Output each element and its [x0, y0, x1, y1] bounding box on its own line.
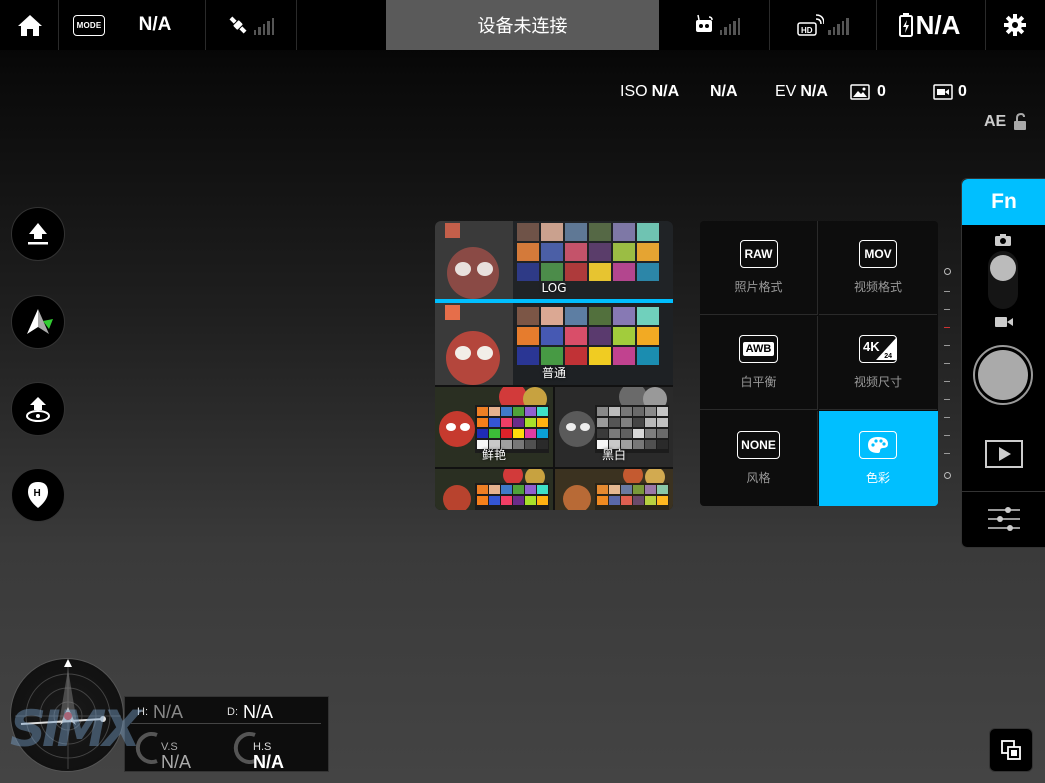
mode-icon: MODE	[72, 14, 106, 36]
map-switch-button[interactable]	[989, 728, 1033, 772]
play-icon	[985, 440, 1023, 468]
color-style-more-2[interactable]	[555, 469, 673, 510]
color-style-label: LOG	[541, 281, 567, 295]
none-icon: NONE	[737, 430, 780, 459]
intelligent-flight-button[interactable]	[11, 295, 65, 349]
photo-video-toggle[interactable]	[988, 251, 1018, 309]
white-balance-cell[interactable]: AWB 白平衡	[700, 316, 818, 410]
battery-icon	[898, 13, 913, 37]
ev-readout: EV N/A	[775, 83, 828, 100]
return-home-button[interactable]	[11, 382, 65, 436]
watermark-logo: SIMX	[10, 700, 141, 758]
remote-controller-icon	[695, 14, 713, 32]
satellite-icon	[229, 16, 247, 34]
telemetry-panel: H: N/A D: N/A V.S N/A H.S N/A	[124, 696, 329, 772]
camera-settings-button[interactable]	[986, 505, 1022, 533]
toggle-knob	[990, 255, 1016, 281]
vertical-speed-gauge	[135, 732, 158, 764]
photo-format-cell[interactable]: RAW 照片格式	[700, 221, 818, 315]
unlock-icon	[1014, 113, 1027, 130]
hd-video-icon: HD	[797, 14, 825, 36]
shutter-inner	[978, 350, 1028, 400]
home-button[interactable]	[10, 0, 50, 50]
svg-text:HD: HD	[801, 26, 813, 35]
color-style-more-1[interactable]	[435, 469, 553, 510]
color-style-vivid[interactable]: 鲜艳	[435, 387, 553, 467]
color-style-log[interactable]: LOG	[435, 221, 673, 299]
paper-plane-icon	[27, 309, 53, 334]
takeoff-button[interactable]	[11, 207, 65, 261]
takeoff-icon	[28, 223, 48, 245]
more-thumbnail	[435, 469, 553, 510]
color-style-normal[interactable]: 普通	[435, 303, 673, 385]
shutter-readout: N/A	[710, 83, 738, 100]
capture-panel: Fn	[961, 178, 1045, 548]
height-label: H:	[137, 706, 148, 718]
remote-controller-status[interactable]	[676, 0, 756, 50]
horizontal-speed-value: N/A	[253, 752, 284, 772]
4k-icon: 4K 24	[859, 335, 897, 363]
svg-text:H: H	[34, 488, 41, 499]
gear-icon	[1004, 14, 1026, 36]
window-switch-icon	[1001, 740, 1021, 760]
fn-button[interactable]: Fn	[962, 179, 1045, 225]
photo-count: 0	[850, 82, 886, 102]
more-thumbnail	[555, 469, 673, 510]
settings-button[interactable]	[995, 0, 1035, 50]
ae-lock[interactable]: AE	[984, 112, 1028, 132]
video-camera-icon	[995, 317, 1013, 327]
color-style-grid: LOG 普通 鲜艳 黑白	[435, 221, 673, 510]
color-cell[interactable]: 色彩	[819, 411, 938, 506]
camera-settings-panel: RAW 照片格式 MOV 视频格式 AWB 白平衡 4K 24 视频尺寸 NON…	[700, 221, 938, 506]
playback-button[interactable]	[984, 439, 1024, 469]
height-value: N/A	[153, 702, 184, 722]
shutter-button[interactable]	[973, 345, 1033, 405]
exposure-scale[interactable]	[940, 266, 954, 481]
color-style-label: 黑白	[601, 448, 626, 462]
return-home-icon	[26, 397, 50, 422]
video-count: 0	[933, 82, 967, 102]
color-style-bw[interactable]: 黑白	[555, 387, 673, 467]
camera-icon	[995, 234, 1011, 246]
color-style-label: 普通	[541, 366, 566, 380]
home-point-button[interactable]: H	[11, 468, 65, 522]
vertical-speed-value: N/A	[161, 752, 192, 772]
sliders-icon	[988, 507, 1020, 531]
hd-video-status[interactable]: HD	[780, 0, 865, 50]
home-icon	[18, 15, 42, 36]
mode-value[interactable]: N/A	[120, 0, 190, 50]
gps-status[interactable]	[215, 0, 285, 50]
top-bar: MODE N/A 设备未连接 HD N/A	[0, 0, 1045, 50]
color-style-label: 鲜艳	[481, 448, 506, 462]
distance-value: N/A	[243, 702, 274, 722]
battery-status[interactable]: N/A	[886, 0, 972, 50]
video-size-cell[interactable]: 4K 24 视频尺寸	[819, 316, 937, 410]
iso-readout: ISO N/A	[620, 83, 680, 100]
style-cell[interactable]: NONE 风格	[700, 411, 818, 505]
video-format-cell[interactable]: MOV 视频格式	[819, 221, 937, 315]
palette-icon	[859, 430, 897, 459]
connection-status[interactable]: 设备未连接	[386, 0, 659, 50]
awb-icon: AWB	[738, 335, 779, 363]
hd-signal-bars	[828, 15, 849, 35]
gps-signal-bars	[253, 15, 275, 35]
video-icon	[933, 84, 953, 100]
distance-label: D:	[227, 706, 238, 718]
mode-badge: MODE	[70, 0, 108, 50]
photo-icon	[850, 84, 870, 100]
rc-signal-bars	[719, 15, 741, 35]
raw-icon: RAW	[739, 240, 778, 268]
map-pin-h-icon: H	[28, 482, 48, 508]
mov-icon: MOV	[859, 240, 897, 268]
